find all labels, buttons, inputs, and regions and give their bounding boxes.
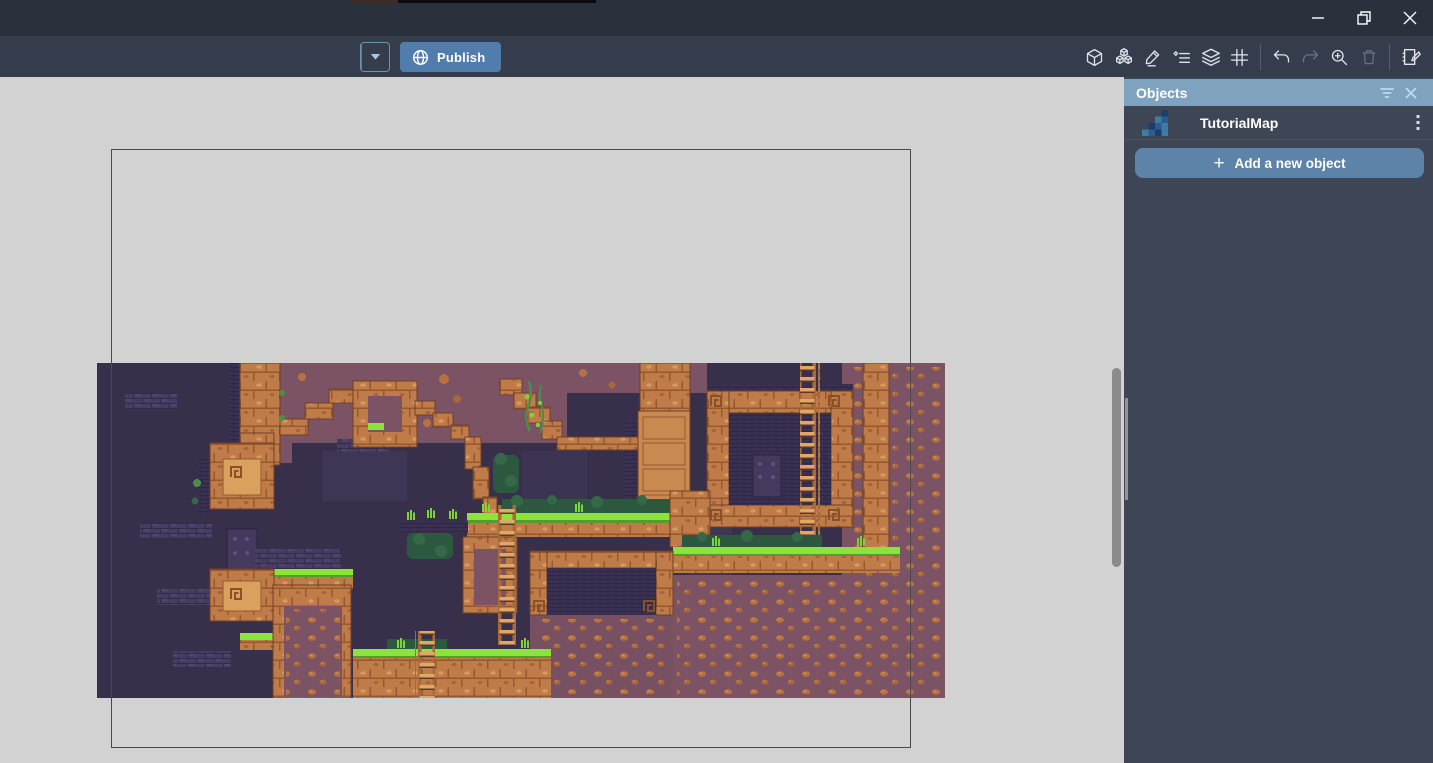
window-controls: [1295, 0, 1433, 36]
close-button[interactable]: [1387, 0, 1433, 36]
add-new-object-label: Add a new object: [1235, 156, 1346, 171]
zoom-in-icon[interactable]: [1325, 42, 1354, 72]
trash-icon[interactable]: [1354, 42, 1383, 72]
window-titlebar: [0, 0, 1433, 36]
tab-strip-remnant: [352, 0, 596, 3]
restore-icon: [1357, 11, 1371, 25]
minimize-button[interactable]: [1295, 0, 1341, 36]
plus-icon: +: [1213, 154, 1224, 173]
publish-label: Publish: [437, 50, 485, 65]
layers-icon[interactable]: [1196, 42, 1225, 72]
kebab-menu-icon: [1416, 115, 1420, 131]
preview-button-group[interactable]: Preview: [360, 42, 390, 72]
add-new-object-button[interactable]: + Add a new object: [1135, 148, 1424, 178]
application-window: Preview Publish: [0, 0, 1433, 763]
objects-panel: Objects TutorialMap: [1124, 77, 1433, 763]
object-name: TutorialMap: [1200, 115, 1403, 131]
objects-panel-header: Objects: [1124, 79, 1433, 106]
tilemap-thumbnail-icon: [1142, 110, 1168, 136]
undo-icon[interactable]: [1267, 42, 1296, 72]
toolbar-separator: [1260, 44, 1261, 70]
toolbar-separator: [1389, 44, 1390, 70]
instances-list-icon[interactable]: [1167, 42, 1196, 72]
cube-icon[interactable]: [1080, 42, 1109, 72]
preview-dropdown-button[interactable]: [361, 43, 389, 71]
objects-group-icon[interactable]: [1109, 42, 1138, 72]
editor-toolbar: Preview Publish: [0, 36, 1433, 77]
filter-icon[interactable]: [1375, 82, 1399, 104]
chevron-down-icon: [370, 53, 381, 61]
objects-panel-title: Objects: [1136, 85, 1375, 101]
panel-close-icon[interactable]: [1399, 82, 1423, 104]
main-area: Objects TutorialMap: [0, 77, 1433, 763]
grid-icon[interactable]: [1225, 42, 1254, 72]
canvas-vertical-scrollbar[interactable]: [1112, 368, 1121, 567]
globe-icon: [412, 49, 429, 66]
toolbar-icon-group: [1080, 42, 1425, 72]
pencil-icon[interactable]: [1138, 42, 1167, 72]
properties-editor-icon[interactable]: [1396, 42, 1425, 72]
minimize-icon: [1311, 11, 1325, 25]
tilemap-instance[interactable]: [97, 363, 945, 698]
scene-canvas[interactable]: [0, 77, 1124, 763]
restore-button[interactable]: [1341, 0, 1387, 36]
object-list-item[interactable]: TutorialMap: [1124, 106, 1433, 140]
thin-vertical-scrollbar[interactable]: [1125, 398, 1128, 500]
redo-icon[interactable]: [1296, 42, 1325, 72]
publish-button[interactable]: Publish: [400, 42, 501, 72]
close-icon: [1403, 11, 1417, 25]
object-menu-button[interactable]: [1403, 106, 1433, 140]
tab-accent: [352, 0, 398, 3]
